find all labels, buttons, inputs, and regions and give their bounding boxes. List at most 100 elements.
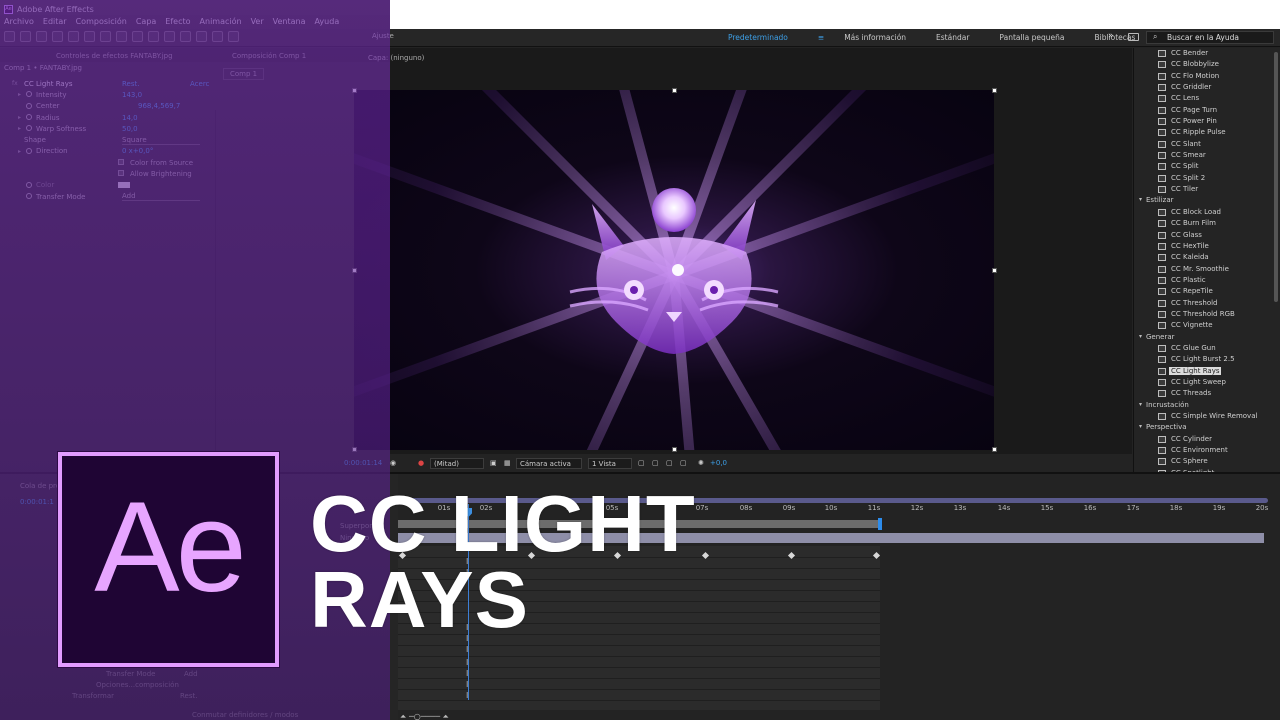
effect-item[interactable]: CC Simple Wire Removal: [1134, 411, 1274, 422]
effect-category[interactable]: ▾ Estilizar: [1134, 195, 1274, 206]
param-value-radius[interactable]: 14,0: [122, 114, 138, 122]
viewer-option-icon[interactable]: ▢: [680, 459, 687, 467]
viewer-timecode[interactable]: 0:00:01:14: [344, 459, 382, 467]
tab-effect-controls[interactable]: Controles de efectos FANTABY.jpg: [56, 52, 173, 60]
effect-category[interactable]: ▾ Perspectiva: [1134, 422, 1274, 433]
home-icon[interactable]: [4, 31, 15, 42]
effect-item[interactable]: CC Mr. Smoothie: [1134, 264, 1274, 275]
effect-item[interactable]: CC Light Rays: [1134, 366, 1274, 377]
menu-item-editar[interactable]: Editar: [43, 17, 67, 29]
effect-item[interactable]: CC Flo Motion: [1134, 71, 1274, 82]
effect-item[interactable]: CC Plastic: [1134, 275, 1274, 286]
stopwatch-icon[interactable]: [26, 125, 32, 132]
effect-item[interactable]: CC Blobbylize: [1134, 59, 1274, 70]
workspace-estandar[interactable]: Estándar: [936, 33, 969, 42]
camera-tool-icon[interactable]: [84, 31, 95, 42]
color-swatch[interactable]: [118, 181, 130, 188]
allow-brightening-checkbox[interactable]: [118, 170, 124, 177]
shape-dropdown[interactable]: Square: [122, 136, 200, 145]
menu-item-ventana[interactable]: Ventana: [273, 17, 306, 29]
viewer-option-icon[interactable]: ▢: [652, 459, 659, 467]
menu-item-capa[interactable]: Capa: [136, 17, 156, 29]
expand-triangle-icon[interactable]: ▸: [18, 114, 21, 121]
light-center-point[interactable]: [672, 264, 684, 276]
tab-composition[interactable]: Composición Comp 1: [232, 52, 306, 60]
param-value-warp-softness[interactable]: 50,0: [122, 125, 138, 133]
brush-tool-icon[interactable]: [164, 31, 175, 42]
stopwatch-icon[interactable]: [26, 181, 32, 188]
stopwatch-icon[interactable]: [26, 192, 32, 199]
effects-scrollbar[interactable]: [1274, 52, 1278, 302]
effect-item[interactable]: CC HexTile: [1134, 241, 1274, 252]
transform-handle[interactable]: [992, 447, 997, 452]
transfer-mode-dropdown[interactable]: Add: [122, 192, 200, 202]
hand-tool-icon[interactable]: [36, 31, 47, 42]
expand-arrow-icon[interactable]: ▾: [1139, 196, 1142, 203]
effect-item[interactable]: CC Threads: [1134, 388, 1274, 399]
effect-item[interactable]: CC Tiler: [1134, 184, 1274, 195]
menu-item-efecto[interactable]: Efecto: [165, 17, 190, 29]
expand-triangle-icon[interactable]: ▸: [18, 125, 21, 132]
timeline-timecode[interactable]: 0:00:01:1: [20, 498, 54, 506]
menu-item-ver[interactable]: Ver: [251, 17, 264, 29]
workspace-mas-informacion[interactable]: Más información: [844, 33, 906, 42]
effect-item[interactable]: CC Light Burst 2.5: [1134, 354, 1274, 365]
effect-item[interactable]: CC Smear: [1134, 150, 1274, 161]
selection-tool-icon[interactable]: [20, 31, 31, 42]
region-of-interest-icon[interactable]: ▣: [490, 459, 497, 467]
reset-link[interactable]: Rest.: [122, 80, 139, 88]
effect-item[interactable]: CC Lens: [1134, 93, 1274, 104]
effect-item[interactable]: CC Split: [1134, 161, 1274, 172]
transform-handle[interactable]: [992, 88, 997, 93]
menu-item-animacion[interactable]: Animación: [200, 17, 242, 29]
expand-triangle-icon[interactable]: ▸: [18, 91, 21, 98]
color-from-source-checkbox[interactable]: [118, 159, 124, 166]
effect-item[interactable]: CC Ripple Pulse: [1134, 127, 1274, 138]
expand-arrow-icon[interactable]: ▾: [1139, 333, 1142, 340]
transparency-grid-icon[interactable]: ▦: [504, 459, 511, 467]
transform-handle[interactable]: [672, 88, 677, 93]
transform-reset[interactable]: Rest.: [180, 692, 197, 700]
toggle-modes-button[interactable]: Conmutar definidores / modos: [192, 711, 298, 719]
effect-item[interactable]: CC Glue Gun: [1134, 343, 1274, 354]
effect-item[interactable]: CC Threshold: [1134, 298, 1274, 309]
resolution-dropdown[interactable]: (Mitad): [430, 458, 484, 469]
workspace-pantalla-pequena[interactable]: Pantalla pequeña: [999, 33, 1064, 42]
effect-item[interactable]: CC Power Pin: [1134, 116, 1274, 127]
effect-item[interactable]: CC Slant: [1134, 139, 1274, 150]
panel-toggle-icon[interactable]: [1128, 33, 1139, 41]
effect-item[interactable]: CC Block Load: [1134, 207, 1274, 218]
effect-item[interactable]: CC Threshold RGB: [1134, 309, 1274, 320]
exposure-value[interactable]: +0,0: [710, 459, 727, 467]
menu-item-ayuda[interactable]: Ayuda: [315, 17, 340, 29]
snap-label[interactable]: Ajuste: [372, 32, 394, 40]
puppet-tool-icon[interactable]: [228, 31, 239, 42]
exposure-icon[interactable]: ✺: [698, 459, 704, 467]
help-search-input[interactable]: ⌕ Buscar en la Ayuda: [1146, 31, 1274, 44]
viewer-option-icon[interactable]: ▢: [638, 459, 645, 467]
param-value-center[interactable]: 968,4,569,7: [138, 102, 180, 110]
workspace-predeterminado[interactable]: Predeterminado: [728, 33, 788, 42]
effect-item[interactable]: CC Split 2: [1134, 173, 1274, 184]
zoom-tool-icon[interactable]: [52, 31, 63, 42]
composition-viewer[interactable]: Capa: (ninguno): [352, 48, 1132, 454]
effect-item[interactable]: CC Light Sweep: [1134, 377, 1274, 388]
effect-category[interactable]: ▾ Incrustación: [1134, 400, 1274, 411]
effect-item[interactable]: CC Griddler: [1134, 82, 1274, 93]
effect-item[interactable]: CC Burn Film: [1134, 218, 1274, 229]
menu-item-archivo[interactable]: Archivo: [4, 17, 34, 29]
rotate-tool-icon[interactable]: [68, 31, 79, 42]
menu-item-composicion[interactable]: Composición: [76, 17, 127, 29]
camera-snapshot-icon[interactable]: ◉: [390, 459, 396, 467]
roto-brush-tool-icon[interactable]: [212, 31, 223, 42]
param-value-direction[interactable]: 0 x+0,0°: [122, 147, 153, 155]
effect-item[interactable]: CC Glass: [1134, 230, 1274, 241]
expand-arrow-icon[interactable]: ▾: [1139, 401, 1142, 408]
transform-handle[interactable]: [352, 88, 357, 93]
comp-options-label[interactable]: Opciones...composición: [96, 681, 179, 689]
type-tool-icon[interactable]: [148, 31, 159, 42]
pan-behind-tool-icon[interactable]: [100, 31, 111, 42]
pen-tool-icon[interactable]: [132, 31, 143, 42]
more-workspaces-icon[interactable]: »: [1108, 31, 1114, 41]
effect-item[interactable]: CC Sphere: [1134, 456, 1274, 467]
